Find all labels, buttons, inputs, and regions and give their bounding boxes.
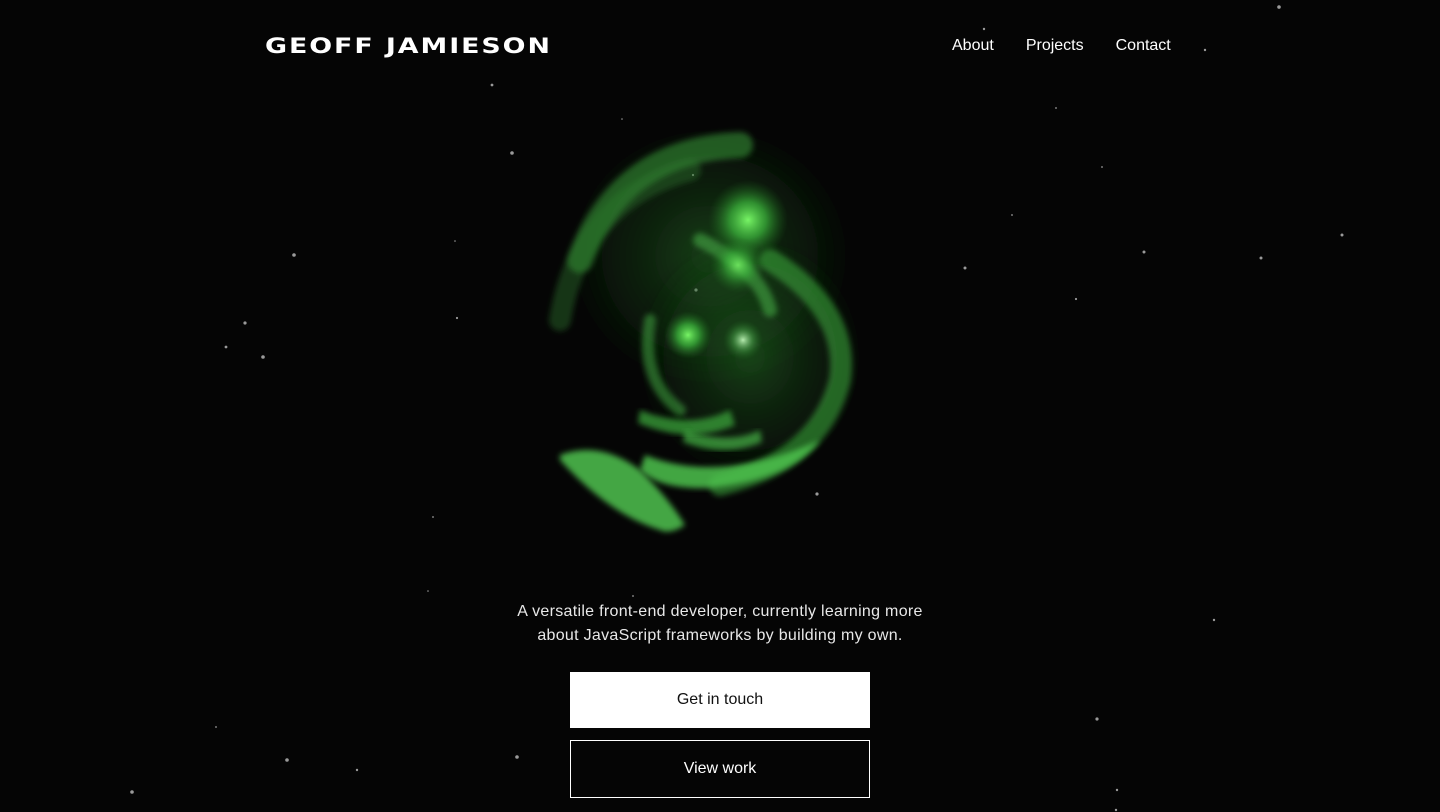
main-nav: About Projects Contact [952, 36, 1171, 56]
star [510, 151, 514, 155]
star [1074, 297, 1078, 301]
star [1340, 233, 1344, 237]
star [130, 790, 134, 794]
nav-link-about[interactable]: About [952, 36, 994, 56]
site-logo[interactable]: GEOFF JAMIESON [265, 32, 552, 60]
star [1114, 808, 1118, 812]
star [292, 253, 296, 257]
star [215, 726, 217, 728]
hero-tagline: A versatile front-end developer, current… [470, 600, 970, 648]
nav-link-projects[interactable]: Projects [1026, 36, 1084, 56]
star [1101, 166, 1103, 168]
star [1203, 48, 1207, 52]
star [1115, 788, 1119, 792]
star [1259, 256, 1263, 260]
star [1095, 717, 1099, 721]
star [1212, 618, 1216, 622]
tagline-line-2: about JavaScript frameworks by building … [537, 627, 903, 644]
get-in-touch-button[interactable]: Get in touch [570, 672, 870, 728]
star [454, 240, 456, 242]
nav-link-contact[interactable]: Contact [1116, 36, 1171, 56]
star [982, 27, 986, 31]
view-work-button[interactable]: View work [570, 740, 870, 798]
tagline-line-1: A versatile front-end developer, current… [517, 603, 923, 620]
star [1011, 214, 1013, 216]
star [1277, 5, 1281, 9]
star [632, 595, 634, 597]
star [963, 266, 967, 270]
star [355, 768, 359, 772]
star [285, 758, 289, 762]
star [432, 516, 434, 518]
page: GEOFF JAMIESON About Projects Contact A … [0, 0, 1440, 812]
star [243, 321, 247, 325]
star [427, 590, 429, 592]
star [515, 755, 519, 759]
star [261, 355, 265, 359]
hero-3d-orb-graphic [549, 130, 870, 532]
star [224, 345, 228, 349]
star [490, 83, 494, 87]
star [1142, 250, 1146, 254]
star [455, 316, 459, 320]
star [1055, 107, 1057, 109]
